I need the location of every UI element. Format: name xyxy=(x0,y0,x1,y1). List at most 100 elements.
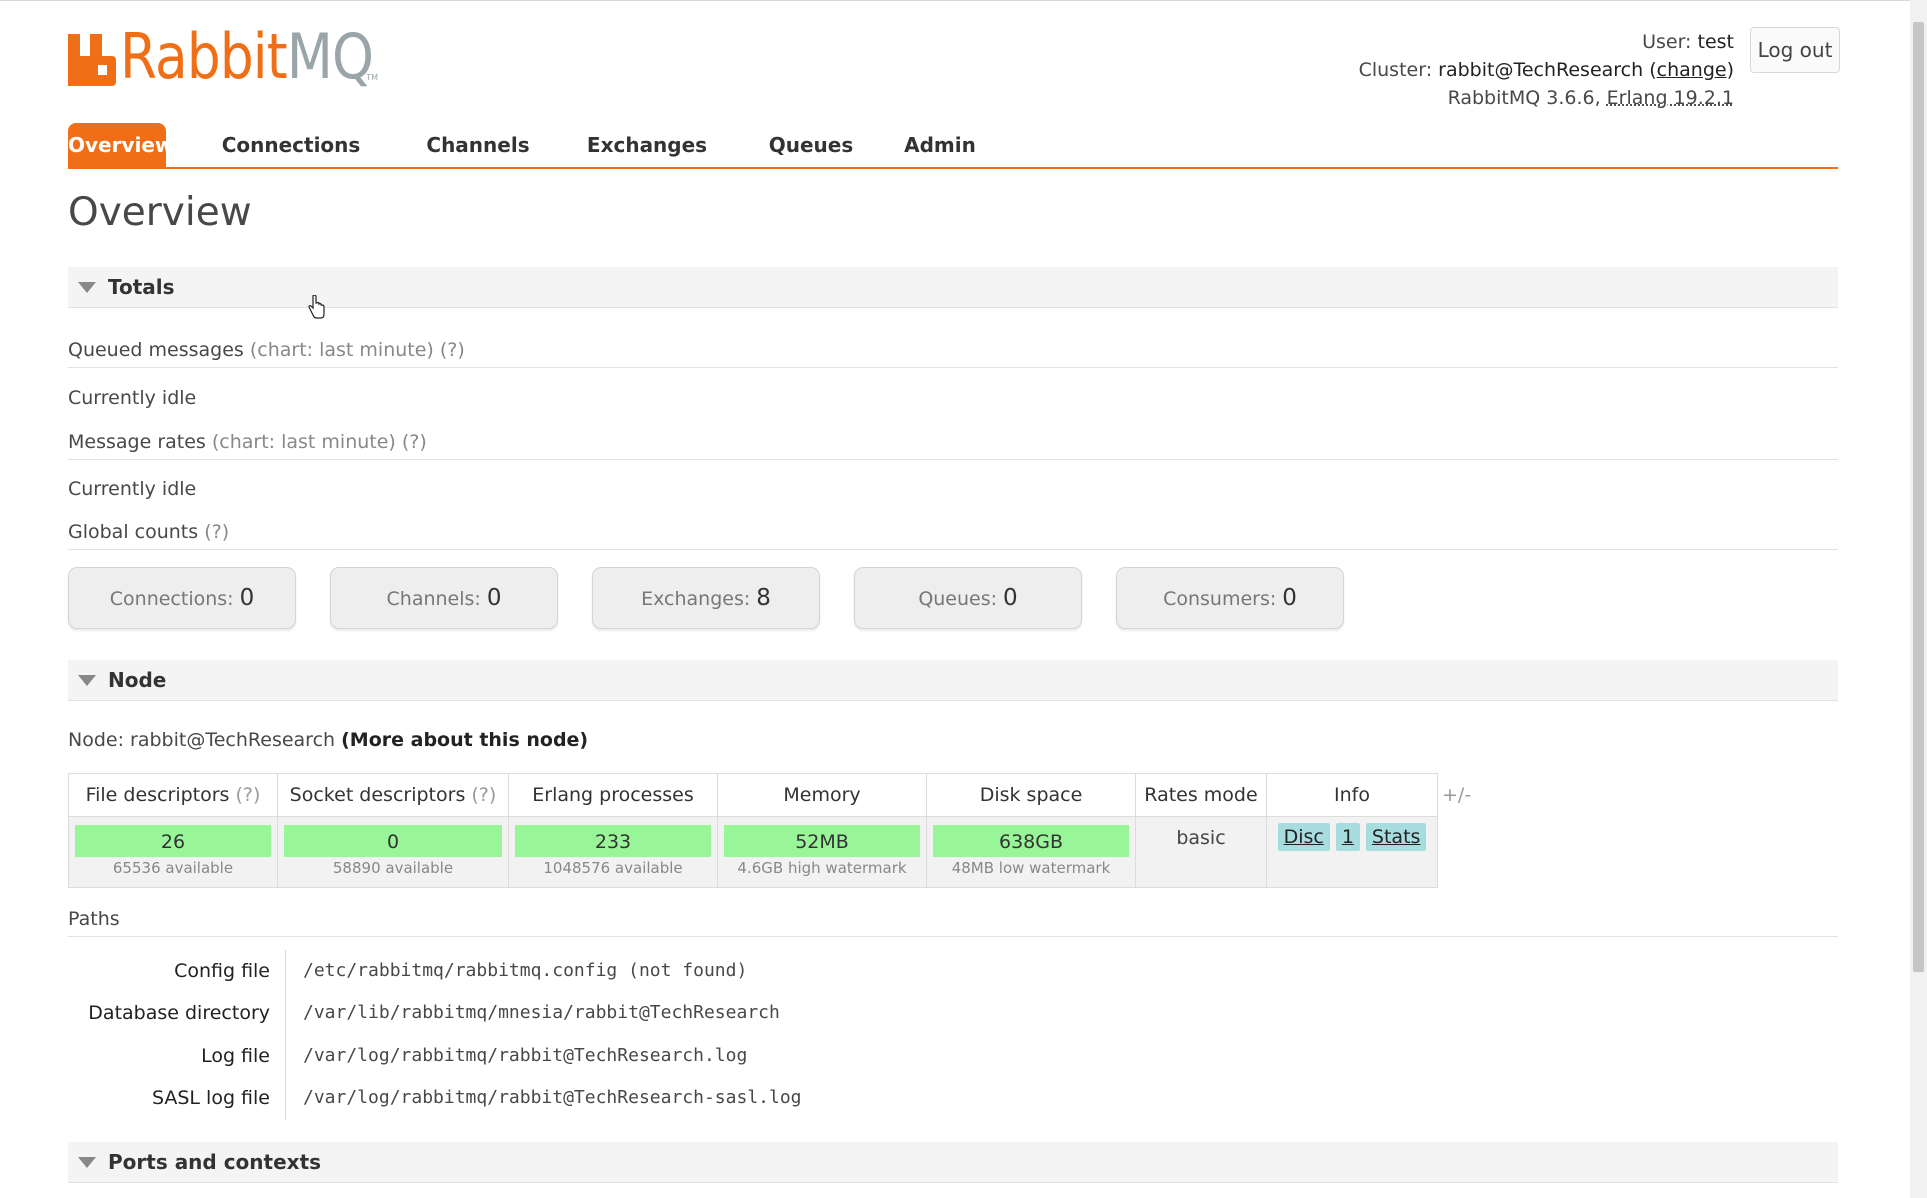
path-value: /var/log/rabbitmq/rabbit@TechResearch-sa… xyxy=(303,1087,802,1108)
logo-text-rabbit: Rabbit xyxy=(120,20,288,93)
paths-title: Paths xyxy=(68,908,120,930)
logo-text: RabbitMQ xyxy=(120,26,374,88)
logout-button[interactable]: Log out xyxy=(1750,27,1840,73)
count-value: 0 xyxy=(1003,585,1018,611)
count-label: Channels: xyxy=(386,588,481,610)
rabbit-logo-icon xyxy=(68,34,116,86)
socket-descriptors-cell: 0 58890 available xyxy=(277,816,509,888)
node-stats-table: File descriptors (?) Socket descriptors … xyxy=(68,773,1438,888)
col-info: Info xyxy=(1266,773,1438,817)
message-rates-status: Currently idle xyxy=(68,478,197,500)
more-about-node-link[interactable]: (More about this node) xyxy=(341,729,588,751)
path-value: /var/log/rabbitmq/rabbit@TechResearch.lo… xyxy=(303,1045,748,1066)
col-disk-space: Disk space xyxy=(926,773,1136,817)
help-link[interactable]: (?) xyxy=(236,784,261,806)
header-label: File descriptors xyxy=(85,784,230,806)
tab-admin[interactable]: Admin xyxy=(900,123,980,167)
stats-badge[interactable]: Stats xyxy=(1365,823,1427,851)
col-file-descriptors: File descriptors (?) xyxy=(68,773,278,817)
header-info: User: test Cluster: rabbit@TechResearch … xyxy=(1359,28,1734,112)
disk-space-cell: 638GB 48MB low watermark xyxy=(926,816,1136,888)
queued-messages-chart-options[interactable]: (chart: last minute) (?) xyxy=(250,339,465,361)
disk-space-watermark: 48MB low watermark xyxy=(951,859,1111,877)
path-row: Database directory /var/lib/rabbitmq/mne… xyxy=(68,992,1768,1034)
file-descriptors-available: 65536 available xyxy=(112,859,234,877)
tab-exchanges[interactable]: Exchanges xyxy=(586,123,708,167)
cluster-change-close: ) xyxy=(1726,59,1734,81)
cluster-value: rabbit@TechResearch xyxy=(1438,59,1644,81)
logo-text-mq: MQ xyxy=(286,20,374,93)
rabbitmq-logo[interactable]: RabbitMQ TM xyxy=(68,26,378,88)
count-label: Consumers: xyxy=(1163,588,1277,610)
col-erlang-processes: Erlang processes xyxy=(508,773,718,817)
col-rates-mode: Rates mode xyxy=(1135,773,1267,817)
top-edge xyxy=(0,0,1910,1)
node-section-header[interactable]: Node xyxy=(68,660,1838,701)
count-value: 8 xyxy=(756,585,771,611)
triangle-down-icon xyxy=(78,1157,96,1168)
erlang-processes-bar: 233 xyxy=(515,825,711,857)
cluster-label: Cluster: xyxy=(1358,59,1433,81)
exchanges-count-box[interactable]: Exchanges: 8 xyxy=(592,567,820,629)
scrollbar-thumb[interactable] xyxy=(1913,22,1924,972)
cluster-line: Cluster: rabbit@TechResearch (change) xyxy=(1359,56,1734,84)
table-row: 26 65536 available 0 58890 available 233… xyxy=(68,816,1438,888)
disc-badge[interactable]: Disc xyxy=(1277,823,1330,851)
ports-title: Ports and contexts xyxy=(108,1150,322,1174)
tab-channels[interactable]: Channels xyxy=(425,123,531,167)
socket-descriptors-bar: 0 xyxy=(284,825,502,857)
path-row: SASL log file /var/log/rabbitmq/rabbit@T… xyxy=(68,1077,1768,1119)
global-counts-label: Global counts xyxy=(68,521,199,543)
disk-space-bar: 638GB xyxy=(933,825,1129,857)
vertical-scrollbar[interactable] xyxy=(1910,0,1927,1198)
consumers-count-box[interactable]: Consumers: 0 xyxy=(1116,567,1344,629)
count-value: 0 xyxy=(239,585,255,611)
page-title: Overview xyxy=(68,190,252,235)
file-descriptors-cell: 26 65536 available xyxy=(68,816,278,888)
message-rates-header: Message rates (chart: last minute) (?) xyxy=(68,425,1838,460)
paths-header: Paths xyxy=(68,902,1838,937)
toggle-columns-button[interactable]: +/- xyxy=(1442,784,1471,806)
count-badge[interactable]: 1 xyxy=(1335,823,1360,851)
node-title: Node xyxy=(108,668,167,692)
global-counts-help[interactable]: (?) xyxy=(204,521,229,543)
file-descriptors-bar: 26 xyxy=(75,825,271,857)
rabbitmq-version: RabbitMQ 3.6.6, xyxy=(1447,87,1601,109)
count-value: 0 xyxy=(486,585,502,611)
path-label: Config file xyxy=(174,960,270,982)
main-nav-tabs: Overview Connections Channels Exchanges … xyxy=(68,123,1838,169)
user-line: User: test xyxy=(1359,28,1734,56)
message-rates-chart-options[interactable]: (chart: last minute) (?) xyxy=(212,431,427,453)
table-header-row: File descriptors (?) Socket descriptors … xyxy=(68,773,1438,817)
rates-mode-value: basic xyxy=(1176,827,1226,849)
socket-descriptors-available: 58890 available xyxy=(332,859,454,877)
node-line: Node: rabbit@TechResearch (More about th… xyxy=(68,729,588,751)
help-link[interactable]: (?) xyxy=(471,784,496,806)
memory-bar: 52MB xyxy=(724,825,920,857)
totals-title: Totals xyxy=(108,275,175,299)
memory-watermark: 4.6GB high watermark xyxy=(737,859,907,877)
queues-count-box[interactable]: Queues: 0 xyxy=(854,567,1082,629)
erlang-processes-cell: 233 1048576 available xyxy=(508,816,718,888)
ports-section-header[interactable]: Ports and contexts xyxy=(68,1142,1838,1183)
path-value: /etc/rabbitmq/rabbitmq.config (not found… xyxy=(303,960,748,981)
count-label: Exchanges: xyxy=(641,588,751,610)
version-line: RabbitMQ 3.6.6, Erlang 19.2.1 xyxy=(1359,84,1734,112)
memory-cell: 52MB 4.6GB high watermark xyxy=(717,816,927,888)
hand-pointer-icon xyxy=(308,295,325,319)
connections-count-box[interactable]: Connections: 0 xyxy=(68,567,296,629)
channels-count-box[interactable]: Channels: 0 xyxy=(330,567,558,629)
totals-section-header[interactable]: Totals xyxy=(68,267,1838,308)
erlang-version[interactable]: Erlang 19.2.1 xyxy=(1607,87,1734,109)
path-value: /var/lib/rabbitmq/mnesia/rabbit@TechRese… xyxy=(303,1002,780,1023)
tab-queues[interactable]: Queues xyxy=(764,123,858,167)
message-rates-label: Message rates xyxy=(68,431,206,453)
tab-overview[interactable]: Overview xyxy=(68,123,173,167)
queued-messages-label: Queued messages xyxy=(68,339,244,361)
rates-mode-cell: basic xyxy=(1135,816,1267,888)
col-socket-descriptors: Socket descriptors (?) xyxy=(277,773,509,817)
tab-connections[interactable]: Connections xyxy=(220,123,362,167)
cluster-change-link[interactable]: change xyxy=(1657,59,1727,81)
rabbitmq-management-page: RabbitMQ TM User: test Cluster: rabbit@T… xyxy=(0,0,1927,1198)
path-label: Log file xyxy=(201,1045,270,1067)
